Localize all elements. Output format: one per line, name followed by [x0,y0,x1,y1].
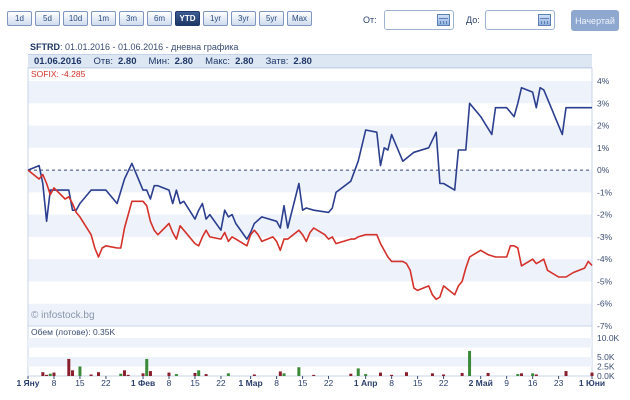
volume-bar [312,374,316,376]
volume-bar [379,372,382,376]
x-tick-label: 16 [528,378,538,388]
volume-bar [52,372,56,376]
volume-bar [460,372,464,376]
volume-bar [167,372,171,376]
y-tick-label: -6% [597,299,613,309]
volume-bar [534,374,538,376]
grid-band [28,357,592,367]
volume-bar [71,370,75,376]
volume-bar [145,358,149,376]
volume-bar [486,372,490,376]
y-tick-label: -1% [597,187,613,197]
x-tick-label: 15 [298,378,308,388]
volume-bar [126,374,130,376]
x-tick-label: 1 Мар [239,378,263,388]
watermark-text: © infostock.bg [31,310,95,321]
volume-bar [278,371,282,376]
volume-bar [282,373,286,376]
volume-bar [204,374,208,376]
x-tick-label: 1 Апр [354,378,378,388]
x-tick-label: 2 Май [469,378,493,388]
y-tick-label: -2% [597,210,613,220]
volume-bar [516,374,520,376]
x-tick-label: 22 [324,378,334,388]
volume-tick-label: 2.5K [597,362,615,372]
x-tick-label: 8 [52,378,57,388]
x-tick-label: 1 Юни [579,378,605,388]
volume-bar [468,350,472,376]
x-tick-label: 22 [216,378,226,388]
grid-band [28,125,592,148]
volume-bar [122,370,126,376]
grid-band [28,170,592,193]
volume-bar [531,373,535,376]
x-tick-label: 9 [504,378,509,388]
volume-bar [48,373,52,376]
volume-bar [252,374,256,376]
x-tick-label: 15 [413,378,423,388]
volume-bar [297,367,301,376]
volume-bar [45,374,49,376]
y-tick-label: -3% [597,232,613,242]
y-tick-label: 4% [597,76,610,86]
volume-bar [41,372,45,376]
grid-band [28,81,592,104]
volume-bar [590,372,594,376]
x-tick-label: 8 [167,378,172,388]
grid-band [28,303,592,326]
volume-bar [430,373,434,376]
grid-band [28,259,592,282]
volume-bar [193,372,197,376]
x-tick-label: 15 [75,378,85,388]
y-tick-label: 0% [597,165,610,175]
y-tick-label: 3% [597,98,610,108]
volume-bar [356,368,360,376]
volume-bar [564,371,568,376]
volume-bar [67,358,71,376]
x-tick-label: 15 [190,378,200,388]
volume-tick-label: 10.0K [597,333,620,343]
volume-bar [349,373,353,376]
x-tick-label: 22 [101,378,111,388]
y-tick-label: 2% [597,121,610,131]
y-tick-label: -5% [597,276,613,286]
x-tick-label: 22 [439,378,449,388]
volume-tick-label: 5.0K [597,352,615,362]
volume-bar [364,374,368,376]
volume-bar [119,373,123,376]
volume-bar [141,373,145,376]
volume-bar [520,373,523,376]
y-tick-label: 1% [597,143,610,153]
y-tick-label: -4% [597,254,613,264]
volume-bar [404,372,408,376]
x-tick-label: 1 Яну [16,378,39,388]
volume-bar [89,374,93,376]
volume-bar [390,374,394,376]
volume-label: Обем (лотове): 0.35K [31,327,116,337]
volume-bar [226,373,230,376]
x-tick-label: 23 [554,378,564,388]
x-tick-label: 8 [274,378,279,388]
price-chart: 4% 3% 2% 1% 0% -1% -2% -3% -4% -5% -6% -7% SOFIX: -4… [16,67,620,388]
volume-bar [78,366,82,376]
grid-band [28,338,592,348]
volume-bar [442,374,446,376]
volume-bar [97,372,100,376]
comparison-legend: SOFIX: -4.285 [31,69,86,79]
x-tick-label: 8 [389,378,394,388]
volume-bar [174,374,178,376]
x-tick-label: 1 Фев [131,378,155,388]
y-tick-label: -7% [597,321,613,331]
volume-bar [197,370,201,376]
volume-bar [148,371,152,376]
